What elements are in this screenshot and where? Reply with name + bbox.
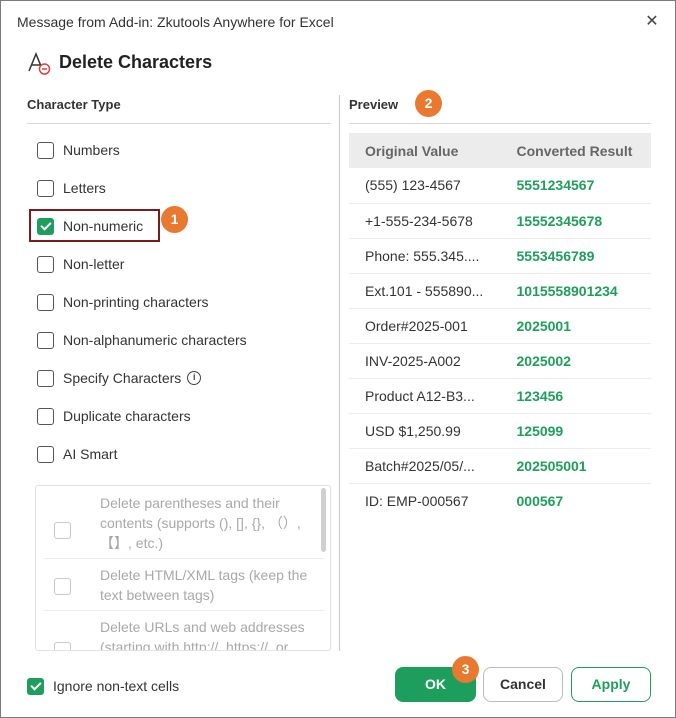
checkbox[interactable]: [37, 179, 54, 197]
option-specify-characters[interactable]: Specify Characters i: [37, 366, 202, 390]
option-non-letter[interactable]: Non-letter: [37, 252, 124, 276]
original-value: Batch#2025/05/...: [349, 448, 503, 484]
converted-result: 5551234567: [502, 168, 651, 204]
original-value: +1-555-234-5678: [349, 203, 503, 239]
checkbox[interactable]: [37, 141, 54, 159]
original-value: USD $1,250.99: [349, 413, 503, 449]
converted-result: 125099: [502, 413, 651, 449]
option-non-numeric[interactable]: Non-numeric: [37, 214, 143, 238]
original-value: ID: EMP-000567: [365, 492, 469, 509]
option-non-alphanumeric[interactable]: Non-alphanumeric characters: [37, 328, 247, 352]
section-divider: [27, 123, 331, 124]
original-value: INV-2025-A002: [349, 343, 503, 379]
table-row: Batch#2025/05/... 202505001: [349, 448, 651, 484]
original-value: Ext.101 - 555890...: [349, 273, 503, 309]
option-duplicate-characters[interactable]: Duplicate characters: [37, 404, 191, 428]
scrollbar-thumb[interactable]: [321, 488, 326, 552]
checkbox-disabled[interactable]: [54, 522, 71, 539]
table-row: Order#2025-001 2025001: [349, 308, 651, 344]
column-header-converted: Converted Result: [502, 133, 651, 168]
ai-option-text: Delete URLs and web addresses (starting …: [100, 619, 305, 651]
table-row: Phone: 555.345.... 5553456789: [349, 238, 651, 274]
checkbox-disabled[interactable]: [54, 642, 71, 650]
checkbox[interactable]: [37, 331, 54, 349]
converted-result: 2025001: [502, 308, 651, 344]
option-label: Letters: [63, 180, 106, 196]
option-label: Non-letter: [63, 256, 125, 272]
option-label: Non-alphanumeric characters: [63, 332, 247, 348]
step-badge-2: 2: [415, 90, 442, 117]
apply-button[interactable]: Apply: [571, 667, 651, 702]
list-divider: [44, 610, 324, 611]
checkbox[interactable]: [37, 255, 54, 273]
option-label: Duplicate characters: [63, 408, 191, 424]
checkbox-checked[interactable]: [27, 677, 44, 695]
table-row: +1-555-234-5678 15552345678: [349, 203, 651, 239]
checkbox[interactable]: [37, 407, 54, 425]
option-label: Specify Characters: [63, 370, 182, 386]
checkbox[interactable]: [37, 293, 54, 311]
table-row: Ext.101 - 555890... 1015558901234: [349, 273, 651, 309]
converted-result: 202505001: [502, 448, 651, 484]
ignore-non-text-label: Ignore non-text cells: [53, 678, 180, 694]
table-row: ID: EMP-000567 000567: [349, 483, 651, 518]
step-badge-3: 3: [452, 656, 479, 683]
option-non-printing[interactable]: Non-printing characters: [37, 290, 209, 314]
option-letters[interactable]: Letters: [37, 176, 106, 200]
converted-result: 5553456789: [502, 238, 651, 274]
info-icon[interactable]: i: [187, 371, 202, 385]
ai-options-list[interactable]: Delete parentheses and their contents (s…: [35, 485, 331, 651]
column-header-original: Original Value: [349, 133, 503, 168]
ignore-non-text-option[interactable]: Ignore non-text cells: [27, 676, 179, 696]
original-value: Order#2025-001: [349, 308, 503, 344]
preview-table: Original Value Converted Result (555) 12…: [349, 133, 651, 518]
converted-result: 2025002: [502, 343, 651, 379]
converted-result: 15552345678: [502, 203, 651, 239]
checkbox-checked[interactable]: [37, 217, 54, 235]
table-row: (555) 123-4567 5551234567: [349, 168, 651, 204]
original-value: Phone: 555.345....: [349, 238, 503, 274]
option-label: AI Smart: [63, 446, 118, 462]
option-numbers[interactable]: Numbers: [37, 138, 120, 162]
delete-characters-icon: [28, 52, 51, 75]
option-label: Non-numeric: [63, 218, 144, 234]
checkbox[interactable]: [37, 445, 54, 463]
original-value: Product A12-B3...: [349, 378, 503, 414]
character-type-title: Character Type: [27, 97, 121, 112]
step-badge-1: 1: [161, 206, 188, 233]
ai-option-text: Delete parentheses and their contents (s…: [100, 495, 301, 551]
option-label: Numbers: [63, 142, 120, 158]
title-bar: Message from Add-in: Zkutools Anywhere f…: [1, 1, 675, 43]
close-icon[interactable]: ✕: [639, 9, 665, 35]
option-label: Non-printing characters: [63, 294, 209, 310]
converted-result: 123456: [502, 378, 651, 414]
add-in-dialog: Message from Add-in: Zkutools Anywhere f…: [0, 0, 676, 718]
table-row: Product A12-B3... 123456: [349, 378, 651, 414]
table-row: INV-2025-A002 2025002: [349, 343, 651, 379]
panel-divider: [339, 95, 340, 651]
table-row: USD $1,250.99 125099: [349, 413, 651, 449]
converted-result: 000567: [516, 492, 564, 509]
checkbox-disabled[interactable]: [54, 578, 71, 595]
table-header-row: Original Value Converted Result: [349, 133, 651, 168]
cancel-button[interactable]: Cancel: [483, 667, 563, 702]
converted-result: 1015558901234: [502, 273, 651, 309]
option-ai-smart[interactable]: AI Smart: [37, 442, 117, 466]
preview-title: Preview: [349, 97, 399, 112]
original-value: (555) 123-4567: [349, 168, 503, 204]
list-divider: [44, 558, 324, 559]
ai-option-text: Delete HTML/XML tags (keep the text betw…: [100, 567, 308, 603]
checkbox[interactable]: [37, 369, 54, 387]
dialog-title: Delete Characters: [59, 52, 213, 72]
section-divider: [349, 123, 651, 124]
window-title: Message from Add-in: Zkutools Anywhere f…: [17, 14, 334, 30]
